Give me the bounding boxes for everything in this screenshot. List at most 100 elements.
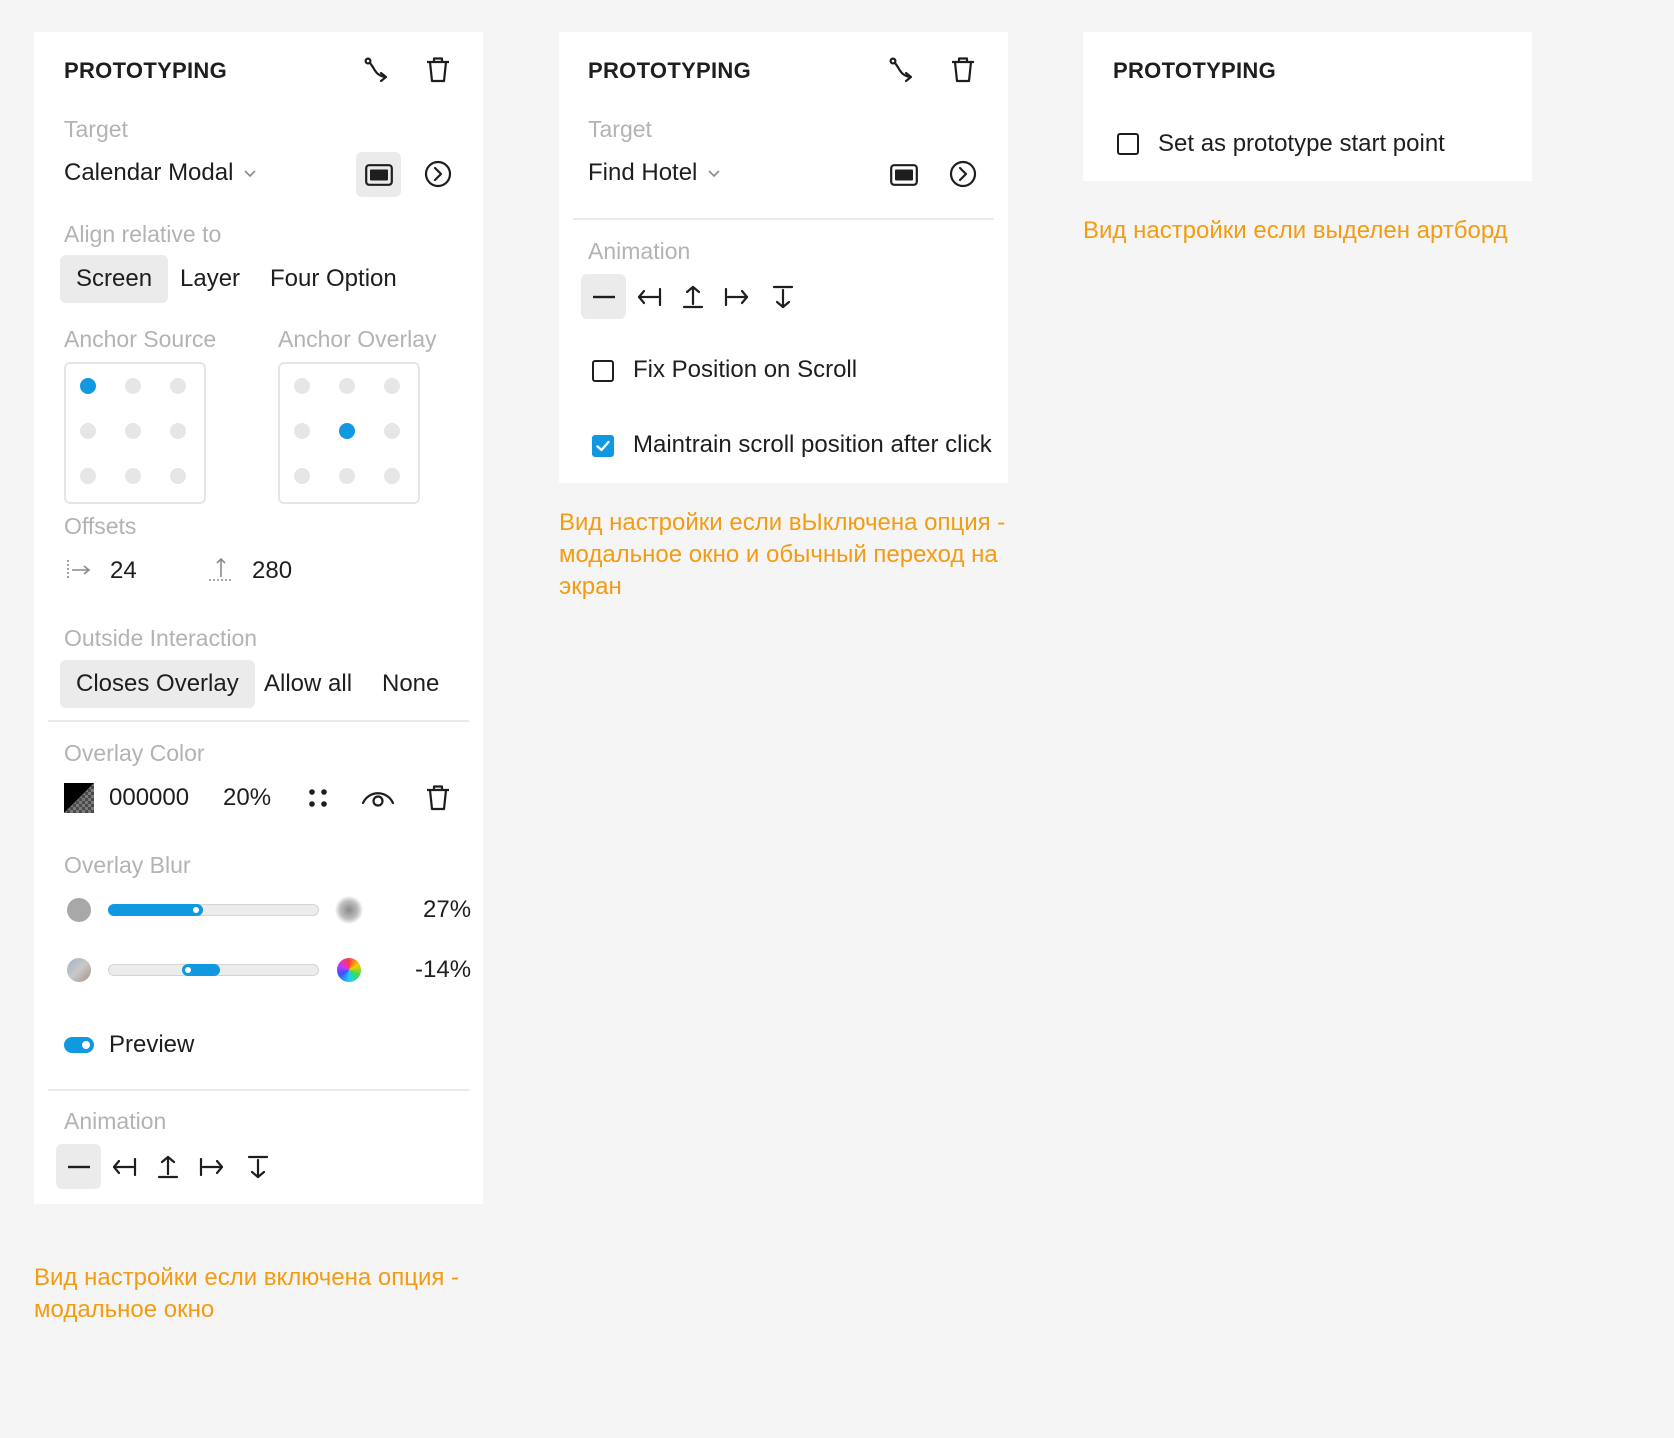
note-screen: Вид настройки если вЫключена опция - мод…	[559, 509, 1006, 600]
anchor-dot-mid-left[interactable]	[294, 423, 310, 439]
anchor-dot-bottom-right[interactable]	[384, 468, 400, 484]
anchor-dot-mid-left[interactable]	[80, 423, 96, 439]
anchor-dot-bottom-left[interactable]	[80, 468, 96, 484]
trash-icon[interactable]	[418, 781, 458, 815]
outside-option-allow-all[interactable]: Allow all	[248, 660, 368, 708]
offsets-label: Offsets	[64, 513, 137, 539]
anchor-dot-center[interactable]	[125, 423, 141, 439]
anchor-dot-top-left[interactable]	[80, 378, 96, 394]
style-grid-icon[interactable]	[300, 783, 336, 813]
note-modal: Вид настройки если включена опция - мода…	[34, 1264, 460, 1323]
chevron-down-icon	[244, 170, 257, 178]
align-label: Align relative to	[64, 221, 222, 247]
animation-slide-right-icon[interactable]	[194, 1144, 230, 1189]
animation-slide-down-icon[interactable]	[765, 274, 801, 319]
animation-instant-button[interactable]	[581, 274, 626, 319]
anchor-dot-mid-right[interactable]	[384, 423, 400, 439]
hue-slider-handle[interactable]	[184, 967, 191, 973]
outside-option-none[interactable]: None	[366, 660, 455, 708]
animation-label: Animation	[64, 1108, 167, 1134]
target-label: Target	[64, 116, 128, 142]
maintain-scroll-label: Maintrain scroll position after click	[633, 431, 992, 458]
animation-slide-up-icon[interactable]	[675, 274, 711, 319]
overlay-color-label: Overlay Color	[64, 740, 205, 766]
panel-title: PROTOTYPING	[1113, 58, 1277, 83]
offset-y-icon	[206, 555, 236, 583]
prototyping-panel-modal: PROTOTYPING Target Calendar Modal Align …	[34, 32, 483, 1204]
anchor-dot-bottom-center[interactable]	[339, 468, 355, 484]
connection-icon[interactable]	[358, 52, 398, 88]
target-dropdown[interactable]: Find Hotel	[588, 159, 721, 187]
trash-icon[interactable]	[418, 52, 458, 88]
anchor-dot-mid-right[interactable]	[170, 423, 186, 439]
animation-slide-left-icon[interactable]	[631, 274, 667, 319]
align-option-layer[interactable]: Layer	[164, 255, 256, 303]
blur-value[interactable]: 27%	[423, 896, 471, 924]
align-option-four[interactable]: Four Option	[254, 255, 413, 303]
outside-option-closes[interactable]: Closes Overlay	[60, 660, 255, 708]
offset-x-value[interactable]: 24	[110, 557, 137, 585]
color-swatch[interactable]	[64, 783, 94, 813]
target-dropdown[interactable]: Calendar Modal	[64, 159, 257, 187]
target-label: Target	[588, 116, 652, 142]
animation-slide-up-icon[interactable]	[150, 1144, 186, 1189]
animation-slide-left-icon[interactable]	[106, 1144, 142, 1189]
start-point-checkbox[interactable]	[1117, 133, 1139, 155]
overlay-mode-button[interactable]	[356, 152, 401, 197]
start-point-label: Set as prototype start point	[1158, 130, 1445, 157]
anchor-dot-top-right[interactable]	[170, 378, 186, 394]
go-to-target-icon[interactable]	[418, 154, 458, 194]
note-artboard: Вид настройки если выделен артборд	[1083, 217, 1508, 244]
connection-icon[interactable]	[883, 52, 923, 88]
anchor-dot-top-center[interactable]	[339, 378, 355, 394]
fix-position-checkbox[interactable]	[592, 360, 614, 382]
anchor-source-label: Anchor Source	[64, 326, 217, 352]
anchor-dot-top-left[interactable]	[294, 378, 310, 394]
panel-title: PROTOTYPING	[588, 58, 752, 83]
hue-value[interactable]: -14%	[415, 956, 471, 984]
blur-min-icon	[67, 898, 91, 922]
check-icon	[596, 440, 610, 452]
anchor-dot-top-right[interactable]	[384, 378, 400, 394]
section-divider	[48, 720, 469, 722]
panel-title: PROTOTYPING	[64, 58, 228, 83]
fix-position-label: Fix Position on Scroll	[633, 356, 858, 383]
overlay-mode-button[interactable]	[881, 152, 926, 197]
animation-slide-right-icon[interactable]	[719, 274, 755, 319]
prototyping-panel-screen: PROTOTYPING Target Find Hotel Animation …	[559, 32, 1008, 483]
anchor-dot-bottom-right[interactable]	[170, 468, 186, 484]
anchor-overlay-label: Anchor Overlay	[278, 326, 437, 352]
offset-y-value[interactable]: 280	[252, 557, 292, 585]
chevron-down-icon	[708, 170, 720, 178]
section-divider	[573, 218, 994, 220]
anchor-dot-bottom-left[interactable]	[294, 468, 310, 484]
animation-slide-down-icon[interactable]	[240, 1144, 276, 1189]
hue-min-icon	[67, 958, 91, 982]
animation-instant-button[interactable]	[56, 1144, 101, 1189]
color-wheel-icon	[337, 958, 361, 982]
blur-slider-fill	[108, 904, 203, 916]
blur-max-icon	[335, 896, 363, 924]
blur-slider-track[interactable]	[108, 904, 319, 916]
animation-label: Animation	[588, 238, 691, 264]
preview-toggle[interactable]	[64, 1037, 94, 1053]
anchor-dot-center[interactable]	[339, 423, 355, 439]
preview-label: Preview	[109, 1031, 195, 1058]
hue-slider-track[interactable]	[108, 964, 319, 976]
trash-icon[interactable]	[943, 52, 983, 88]
blur-slider-handle[interactable]	[192, 907, 199, 913]
go-to-target-icon[interactable]	[943, 154, 983, 194]
align-option-screen[interactable]: Screen	[60, 255, 169, 303]
color-opacity-value[interactable]: 20%	[223, 784, 271, 812]
section-divider	[48, 1089, 469, 1091]
toggle-knob	[82, 1041, 90, 1049]
anchor-overlay-grid	[278, 362, 420, 504]
target-value: Find Hotel	[588, 159, 698, 186]
color-hex-value[interactable]: 000000	[109, 784, 189, 812]
anchor-dot-bottom-center[interactable]	[125, 468, 141, 484]
maintain-scroll-checkbox[interactable]	[592, 435, 614, 457]
anchor-dot-top-center[interactable]	[125, 378, 141, 394]
eye-icon[interactable]	[358, 783, 398, 813]
offset-x-icon	[64, 557, 94, 583]
target-value: Calendar Modal	[64, 159, 234, 186]
